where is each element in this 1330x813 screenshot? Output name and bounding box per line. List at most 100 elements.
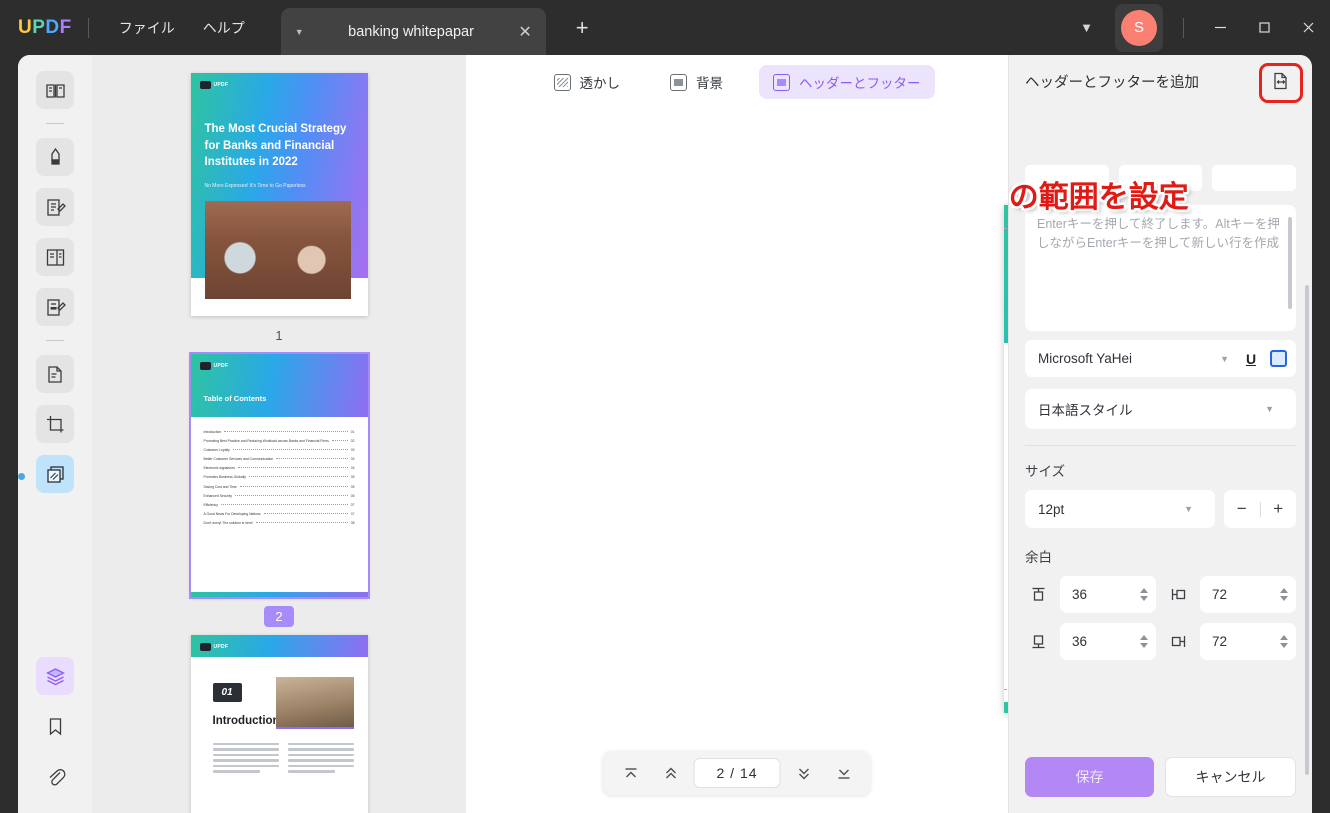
- chevron-down-icon[interactable]: ▼: [1220, 354, 1229, 364]
- header-footer-tool-button[interactable]: ヘッダーとフッター: [759, 65, 935, 99]
- toc-page: 04: [350, 457, 355, 462]
- thumbnail-page-3[interactable]: UPDF 01 Introduction: [92, 635, 466, 813]
- layers-icon[interactable]: [36, 657, 74, 695]
- margin-top-spinner[interactable]: [1140, 588, 1148, 601]
- new-tab-button[interactable]: +: [576, 15, 589, 41]
- page2-gradient-footer: [190, 592, 368, 597]
- attachment-icon[interactable]: [36, 757, 74, 795]
- minimize-button[interactable]: [1198, 0, 1242, 55]
- font-size-value: 12pt: [1038, 501, 1065, 517]
- account-button[interactable]: S: [1115, 3, 1163, 52]
- text-color-swatch[interactable]: [1270, 350, 1287, 367]
- page-number-input[interactable]: 2 / 14: [693, 758, 781, 788]
- thumbnail-page-2-preview[interactable]: UPDF Table of Contents Introduction 01 Pr…: [188, 352, 370, 599]
- margin-left-spinner[interactable]: [1280, 588, 1288, 601]
- menu-help[interactable]: ヘルプ: [189, 12, 259, 44]
- margin-bottom-spinner[interactable]: [1140, 635, 1148, 648]
- increase-size-button[interactable]: +: [1261, 499, 1297, 519]
- thumbnail-page-2-number: 2: [264, 606, 294, 627]
- underline-button[interactable]: U: [1239, 347, 1263, 371]
- list-item: Enhanced Security 06: [204, 494, 355, 498]
- margin-bottom-input[interactable]: 36: [1060, 623, 1156, 660]
- margin-row-bottom-right: 36 72: [1025, 623, 1296, 660]
- titlebar-right-controls: ▼ S: [1064, 0, 1330, 55]
- first-page-icon[interactable]: [613, 758, 647, 788]
- margin-right-icon: [1165, 629, 1191, 655]
- content-textarea[interactable]: Enterキーを押して終了します。Altキーを押しながらEnterキーを押して新…: [1025, 205, 1296, 331]
- page3-column-right: [287, 743, 354, 776]
- highlighter-icon[interactable]: [36, 138, 74, 176]
- batch-icon[interactable]: [36, 455, 74, 493]
- tab-dropdown-icon[interactable]: ▼: [295, 27, 304, 37]
- save-button[interactable]: 保存: [1025, 757, 1154, 797]
- margin-left-value: 72: [1212, 587, 1228, 602]
- convert-icon[interactable]: [36, 355, 74, 393]
- menu-file[interactable]: ファイル: [105, 12, 189, 44]
- background-tool-button[interactable]: 背景: [656, 65, 737, 99]
- margin-right-spinner[interactable]: [1280, 635, 1288, 648]
- page-navigation-bar[interactable]: 2 / 14: [603, 751, 871, 795]
- toc-label: Introduction: [203, 430, 222, 434]
- text-style-select[interactable]: 日本語スタイル ▼: [1025, 389, 1296, 429]
- page-range-controls-row[interactable]: [1025, 165, 1297, 191]
- margin-top-input[interactable]: 36: [1060, 576, 1156, 613]
- toc-leader: [239, 485, 348, 487]
- thumbnail-page-2[interactable]: UPDF Table of Contents Introduction 01 Pr…: [92, 352, 466, 627]
- next-page-icon[interactable]: [787, 758, 821, 788]
- toc-leader: [255, 521, 348, 523]
- page-range-field-2[interactable]: [1118, 165, 1203, 191]
- toc-label: Better Customer Services and Communicati…: [203, 457, 274, 462]
- page3-columns: [212, 743, 354, 776]
- chevron-down-icon[interactable]: ▼: [1064, 10, 1109, 45]
- toc-leader: [232, 449, 348, 451]
- reader-icon[interactable]: [36, 71, 74, 109]
- toc-page: 05: [350, 475, 355, 480]
- margin-right-input[interactable]: 72: [1200, 623, 1296, 660]
- list-item: Electronic signatures 04: [204, 466, 355, 470]
- close-button[interactable]: [1286, 0, 1330, 55]
- previous-page-icon[interactable]: [653, 758, 687, 788]
- font-size-select[interactable]: 12pt ▼: [1025, 490, 1215, 528]
- thumbnail-page-3-preview[interactable]: UPDF 01 Introduction: [190, 635, 368, 813]
- toc-page: 04: [350, 466, 355, 471]
- toc-page: 02: [350, 439, 355, 444]
- annotate-icon[interactable]: [36, 188, 74, 226]
- margin-bottom-icon: [1025, 629, 1051, 655]
- crop-icon[interactable]: [36, 405, 74, 443]
- chevron-down-icon[interactable]: ▼: [1184, 504, 1193, 514]
- maximize-button[interactable]: [1242, 0, 1286, 55]
- tab-close-icon[interactable]: ✕: [518, 22, 531, 42]
- page-range-icon[interactable]: [1266, 66, 1296, 96]
- toc-label: Customer Loyalty: [203, 448, 230, 453]
- document-tab[interactable]: ▼ banking whitepapar ✕: [280, 8, 546, 55]
- textarea-scrollbar[interactable]: [1288, 217, 1292, 309]
- margin-bottom-value: 36: [1072, 634, 1088, 649]
- titlebar-divider: [87, 17, 89, 38]
- header-footer-label: ヘッダーとフッター: [799, 76, 921, 91]
- page-thumbnail-panel[interactable]: UPDF The Most Crucial Strategy for Banks…: [92, 55, 466, 813]
- logo-text: UPDF: [213, 644, 229, 650]
- decrease-size-button[interactable]: −: [1224, 499, 1260, 519]
- toc-page: 07: [350, 502, 355, 507]
- toc-leader: [263, 512, 348, 514]
- margin-left-input[interactable]: 72: [1200, 576, 1296, 613]
- app-shell: UPDF The Most Crucial Strategy for Banks…: [18, 55, 1312, 813]
- list-item: Promoting Best Practice and Reducing Wor…: [204, 439, 355, 443]
- cancel-button[interactable]: キャンセル: [1165, 757, 1296, 797]
- font-family-select[interactable]: Microsoft YaHei: [1038, 351, 1220, 366]
- margin-row-top-left: 36 72: [1025, 576, 1296, 613]
- organize-icon[interactable]: [36, 238, 74, 276]
- sign-icon[interactable]: [36, 288, 74, 326]
- thumbnail-page-1[interactable]: UPDF The Most Crucial Strategy for Banks…: [92, 73, 466, 346]
- rail-indicator-dot: [18, 473, 25, 480]
- list-item: A Good News For Developing Nations 07: [204, 512, 355, 516]
- page-range-field-1[interactable]: [1025, 165, 1109, 191]
- bookmark-icon[interactable]: [36, 707, 74, 745]
- page-range-field-3[interactable]: [1212, 165, 1297, 191]
- watermark-tool-button[interactable]: 透かし: [540, 65, 635, 99]
- page3-photo: [275, 677, 354, 729]
- thumbnail-page-1-preview[interactable]: UPDF The Most Crucial Strategy for Banks…: [190, 73, 368, 316]
- last-page-icon[interactable]: [827, 758, 861, 788]
- panel-scrollbar[interactable]: [1305, 285, 1309, 775]
- chevron-down-icon[interactable]: ▼: [1265, 404, 1274, 414]
